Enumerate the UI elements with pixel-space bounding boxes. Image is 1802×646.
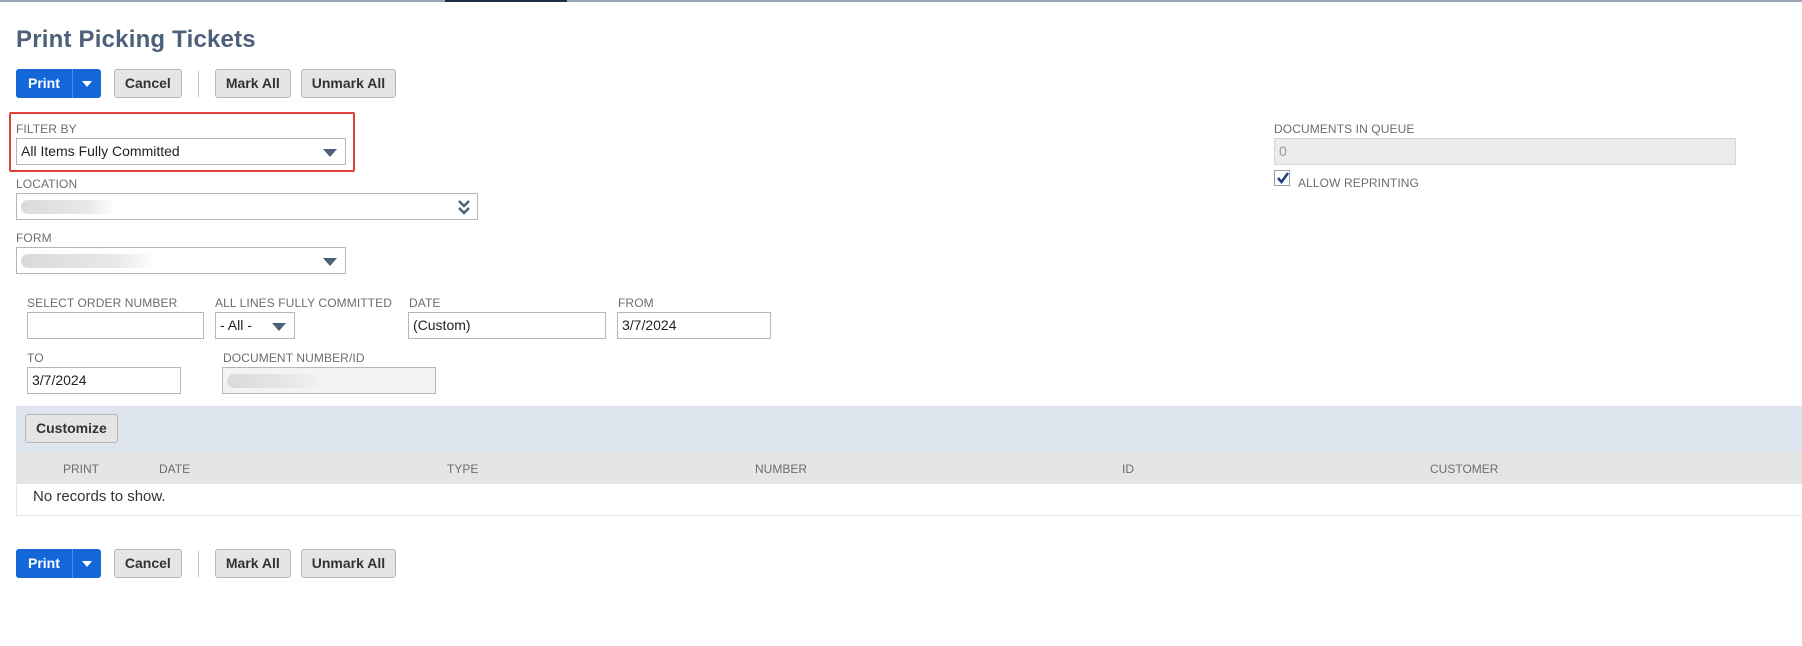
table-header	[16, 453, 1802, 484]
empty-state-text: No records to show.	[33, 488, 166, 505]
date-label: DATE	[409, 296, 441, 310]
checkmark-icon	[1277, 172, 1290, 185]
select-order-number-label: SELECT ORDER NUMBER	[27, 296, 178, 310]
top-border-accent	[445, 0, 567, 2]
column-header-date[interactable]: DATE	[159, 462, 190, 476]
print-button-group: Print	[16, 549, 101, 578]
all-lines-fully-committed-value: - All -	[220, 317, 252, 333]
form-label: FORM	[16, 231, 52, 245]
all-lines-fully-committed-label: ALL LINES FULLY COMMITTED	[215, 296, 392, 310]
date-select[interactable]: (Custom)	[408, 312, 606, 339]
column-header-number[interactable]: NUMBER	[755, 462, 807, 476]
caret-down-icon	[81, 81, 92, 87]
location-label: LOCATION	[16, 177, 78, 191]
column-header-type[interactable]: TYPE	[447, 462, 478, 476]
column-header-print[interactable]: PRINT	[63, 462, 99, 476]
column-header-id[interactable]: ID	[1122, 462, 1134, 476]
toolbar-divider	[197, 70, 199, 97]
from-date-input[interactable]: 3/7/2024	[617, 312, 771, 339]
caret-down-icon	[81, 561, 92, 567]
caret-down-icon	[272, 323, 286, 331]
unmark-all-button[interactable]: Unmark All	[300, 69, 397, 98]
documents-in-queue-field: 0	[1274, 138, 1736, 165]
toolbar-divider	[197, 550, 199, 577]
cancel-button[interactable]: Cancel	[113, 69, 182, 98]
documents-in-queue-label: DOCUMENTS IN QUEUE	[1274, 122, 1415, 136]
select-order-number-input[interactable]	[27, 312, 204, 339]
to-label: TO	[27, 351, 44, 365]
document-number-value-redacted	[227, 374, 322, 389]
allow-reprinting-label: ALLOW REPRINTING	[1298, 176, 1419, 190]
unmark-all-button[interactable]: Unmark All	[300, 549, 397, 578]
bottom-toolbar: Print Cancel Mark All Unmark All	[16, 549, 397, 578]
mark-all-button[interactable]: Mark All	[214, 69, 291, 98]
top-border	[0, 0, 1802, 2]
location-select[interactable]	[16, 193, 478, 220]
customize-button[interactable]: Customize	[25, 414, 118, 443]
double-chevron-down-icon	[458, 200, 470, 215]
table-body	[16, 484, 1802, 516]
column-header-customer[interactable]: CUSTOMER	[1430, 462, 1498, 476]
mark-all-button[interactable]: Mark All	[214, 549, 291, 578]
form-select[interactable]	[16, 247, 346, 274]
print-button[interactable]: Print	[16, 549, 72, 578]
highlight-box	[9, 112, 355, 172]
list-header-band	[16, 406, 1802, 453]
page-title: Print Picking Tickets	[16, 26, 256, 53]
top-toolbar: Print Cancel Mark All Unmark All	[16, 69, 397, 98]
document-number-label: DOCUMENT NUMBER/ID	[223, 351, 365, 365]
form-value-redacted	[21, 254, 156, 269]
location-value-redacted	[21, 200, 116, 215]
print-menu-button[interactable]	[71, 69, 101, 98]
from-label: FROM	[618, 296, 654, 310]
to-date-input[interactable]: 3/7/2024	[27, 367, 181, 394]
all-lines-fully-committed-select[interactable]: - All -	[215, 312, 295, 339]
print-menu-button[interactable]	[71, 549, 101, 578]
cancel-button[interactable]: Cancel	[113, 549, 182, 578]
print-button-group: Print	[16, 69, 101, 98]
print-button[interactable]: Print	[16, 69, 72, 98]
allow-reprinting-checkbox[interactable]	[1274, 170, 1290, 186]
caret-down-icon	[323, 258, 337, 266]
document-number-input[interactable]	[222, 367, 436, 394]
